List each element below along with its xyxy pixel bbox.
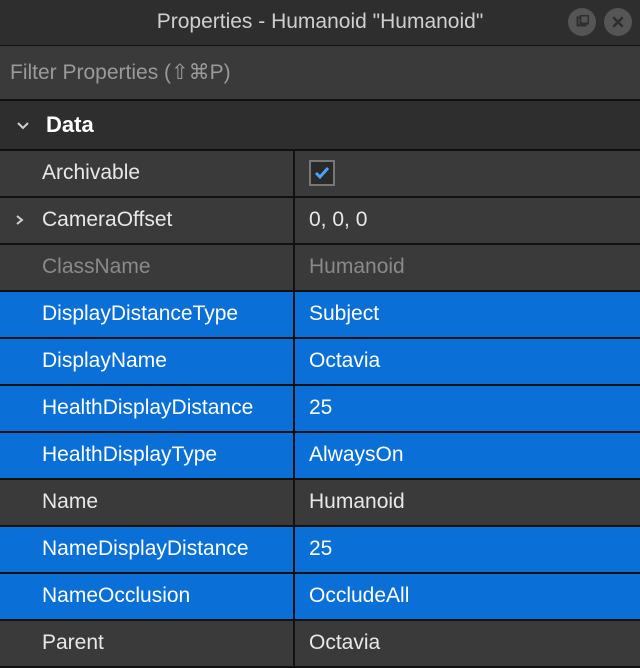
- property-value-cell[interactable]: 0, 0, 0: [295, 198, 640, 243]
- property-name-cell[interactable]: Archivable: [0, 151, 295, 196]
- chevron-down-icon: [14, 117, 32, 133]
- property-value-label: Octavia: [309, 631, 380, 655]
- property-name-cell[interactable]: NameDisplayDistance: [0, 527, 295, 572]
- titlebar: Properties - Humanoid "Humanoid": [0, 0, 640, 46]
- property-row[interactable]: CameraOffset 0, 0, 0: [0, 198, 640, 245]
- property-value-label: 25: [309, 396, 332, 420]
- property-value-cell[interactable]: AlwaysOn: [295, 433, 640, 478]
- property-name-label: Name: [42, 490, 98, 514]
- property-value-label: Octavia: [309, 349, 380, 373]
- property-value-cell[interactable]: Humanoid: [295, 480, 640, 525]
- property-name-cell[interactable]: Parent: [0, 621, 295, 666]
- property-value-cell[interactable]: Octavia: [295, 621, 640, 666]
- property-value-cell[interactable]: 25: [295, 527, 640, 572]
- property-row[interactable]: Parent Octavia: [0, 621, 640, 668]
- property-value-cell[interactable]: OccludeAll: [295, 574, 640, 619]
- property-value-label: Humanoid: [309, 490, 405, 514]
- filter-bar: [0, 46, 640, 102]
- check-icon: [312, 163, 332, 183]
- property-row[interactable]: DisplayDistanceType Subject: [0, 292, 640, 339]
- property-name-label: ClassName: [42, 255, 151, 279]
- property-name-cell[interactable]: HealthDisplayType: [0, 433, 295, 478]
- popout-icon: [575, 15, 589, 29]
- property-name-cell[interactable]: DisplayName: [0, 339, 295, 384]
- property-row[interactable]: ClassName Humanoid: [0, 245, 640, 292]
- properties-panel: Properties - Humanoid "Humanoid" Data: [0, 0, 640, 668]
- property-value-label: Humanoid: [309, 255, 405, 279]
- chevron-right-icon[interactable]: [10, 213, 28, 227]
- property-value-label: 0, 0, 0: [309, 208, 367, 232]
- property-name-label: Parent: [42, 631, 104, 655]
- popout-button[interactable]: [568, 8, 596, 36]
- property-name-label: HealthDisplayDistance: [42, 396, 253, 420]
- property-row[interactable]: DisplayName Octavia: [0, 339, 640, 386]
- property-value-label: OccludeAll: [309, 584, 409, 608]
- property-value-cell[interactable]: Octavia: [295, 339, 640, 384]
- property-row[interactable]: Name Humanoid: [0, 480, 640, 527]
- property-value-cell[interactable]: 25: [295, 386, 640, 431]
- property-row[interactable]: NameDisplayDistance 25: [0, 527, 640, 574]
- property-name-cell[interactable]: DisplayDistanceType: [0, 292, 295, 337]
- panel-title: Properties - Humanoid "Humanoid": [157, 10, 484, 34]
- property-name-label: CameraOffset: [42, 208, 172, 232]
- property-name-cell[interactable]: CameraOffset: [0, 198, 295, 243]
- section-title: Data: [46, 112, 94, 138]
- close-icon: [611, 15, 625, 29]
- property-row[interactable]: HealthDisplayType AlwaysOn: [0, 433, 640, 480]
- property-name-label: Archivable: [42, 161, 140, 185]
- property-row[interactable]: Archivable: [0, 151, 640, 198]
- property-name-cell[interactable]: NameOcclusion: [0, 574, 295, 619]
- property-name-label: NameDisplayDistance: [42, 537, 249, 561]
- property-name-cell[interactable]: HealthDisplayDistance: [0, 386, 295, 431]
- property-value-label: Subject: [309, 302, 379, 326]
- property-name-cell[interactable]: Name: [0, 480, 295, 525]
- property-value-cell[interactable]: [295, 151, 640, 196]
- property-value-label: 25: [309, 537, 332, 561]
- checkbox[interactable]: [309, 160, 335, 186]
- property-name-label: HealthDisplayType: [42, 443, 217, 467]
- property-value-label: AlwaysOn: [309, 443, 404, 467]
- property-value-cell[interactable]: Humanoid: [295, 245, 640, 290]
- property-row[interactable]: HealthDisplayDistance 25: [0, 386, 640, 433]
- close-button[interactable]: [604, 8, 632, 36]
- property-name-label: DisplayName: [42, 349, 167, 373]
- property-row[interactable]: NameOcclusion OccludeAll: [0, 574, 640, 621]
- property-name-cell[interactable]: ClassName: [0, 245, 295, 290]
- property-value-cell[interactable]: Subject: [295, 292, 640, 337]
- property-name-label: DisplayDistanceType: [42, 302, 238, 326]
- titlebar-controls: [568, 0, 632, 45]
- section-header-data[interactable]: Data: [0, 101, 640, 151]
- property-rows: Archivable CameraOffset 0, 0, 0 ClassName Hu…: [0, 151, 640, 668]
- filter-input[interactable]: [10, 61, 630, 85]
- property-name-label: NameOcclusion: [42, 584, 190, 608]
